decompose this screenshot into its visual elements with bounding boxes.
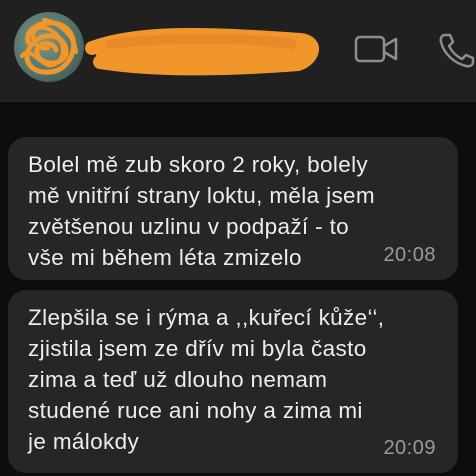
message-text: Bolel mě zub skoro 2 roky, bolely mě vni… [28, 152, 376, 270]
chat-header: +420 720 ... [0, 0, 476, 102]
contact-avatar[interactable] [14, 12, 84, 82]
video-call-button[interactable] [352, 30, 400, 70]
video-camera-icon [354, 35, 398, 63]
message-list: Bolel mě zub skoro 2 roky, bolely mě vni… [0, 103, 476, 476]
message-timestamp: 20:09 [383, 437, 436, 459]
incoming-message-bubble[interactable]: Bolel mě zub skoro 2 roky, bolely mě vni… [8, 137, 458, 280]
phone-icon [439, 33, 475, 68]
avatar-redaction-scribble [20, 18, 78, 75]
incoming-message-bubble[interactable]: Zlepšila se i rýma a ,,kuřecí kůže‘‘, zj… [8, 290, 458, 473]
contact-name[interactable]: +420 720 ... [110, 28, 259, 68]
message-timestamp: 20:08 [383, 244, 436, 266]
message-text: Zlepšila se i rýma a ,,kuřecí kůže‘‘, zj… [28, 305, 385, 454]
voice-call-button[interactable] [436, 30, 476, 70]
